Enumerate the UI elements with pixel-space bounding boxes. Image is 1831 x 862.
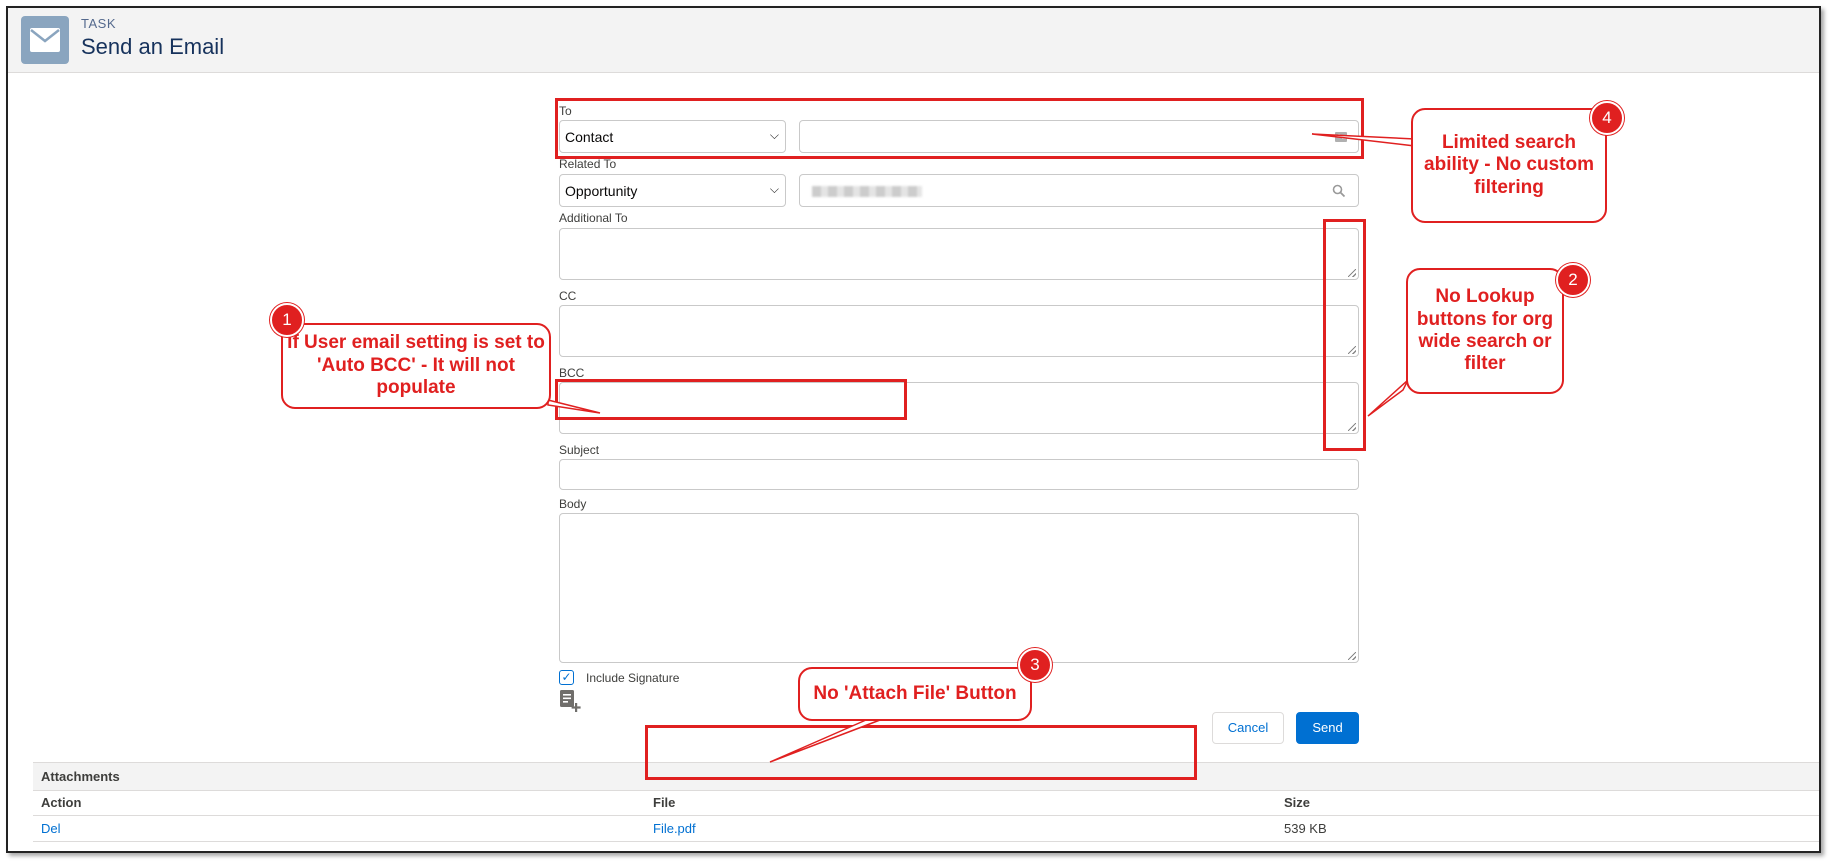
callout-3-badge: 3 xyxy=(1018,648,1052,682)
callout-2-badge: 2 xyxy=(1556,263,1590,297)
callout-4-text: Limited search ability - No custom filte… xyxy=(1424,131,1594,198)
callout-3-pointer xyxy=(769,719,881,763)
callout-3: No 'Attach File' Button xyxy=(798,667,1032,721)
callout-4-badge: 4 xyxy=(1590,101,1624,135)
callout-2: No Lookup buttons for org wide search or… xyxy=(1406,268,1564,394)
callout-4: Limited search ability - No custom filte… xyxy=(1411,108,1607,223)
callout-4-pointer xyxy=(1311,133,1416,147)
callout-1: If User email setting is set to 'Auto BC… xyxy=(281,323,551,409)
callout-1-badge: 1 xyxy=(270,303,304,337)
callout-1-pointer xyxy=(547,399,601,414)
callout-2-text: No Lookup buttons for org wide search or… xyxy=(1416,286,1554,375)
callout-2-pointer xyxy=(1367,379,1409,417)
callout-1-text: If User email setting is set to 'Auto BC… xyxy=(287,332,545,399)
callout-3-text: No 'Attach File' Button xyxy=(813,682,1017,704)
